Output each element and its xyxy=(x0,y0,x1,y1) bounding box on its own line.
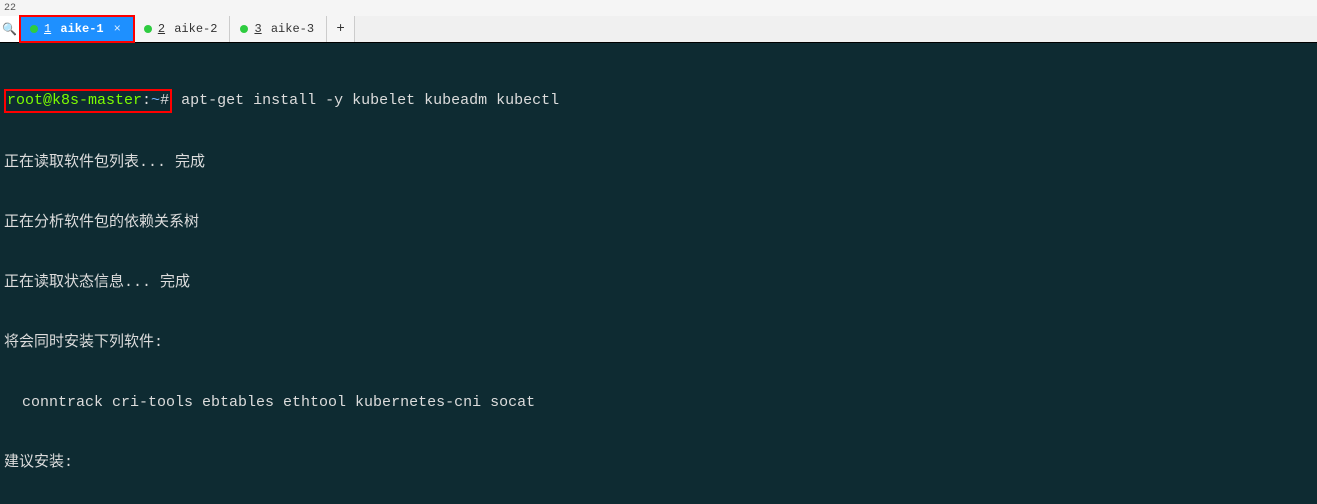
tab-search-button[interactable]: 🔍 xyxy=(0,16,20,42)
search-icon: 🔍 xyxy=(2,22,17,37)
tab-label: aike-2 xyxy=(174,22,217,36)
terminal-output[interactable]: root@k8s-master:~# apt-get install -y ku… xyxy=(0,42,1317,504)
add-tab-button[interactable]: + xyxy=(327,16,355,42)
tab-number: 2 xyxy=(158,22,165,36)
output-line: 正在读取状态信息... 完成 xyxy=(0,273,1317,293)
top-left-label: 22 xyxy=(4,3,16,14)
tab-close-icon[interactable] xyxy=(114,22,121,36)
prompt-user-host: root@k8s-master xyxy=(7,92,142,109)
tab-number: 1 xyxy=(44,22,51,36)
editor-top-bar: 22 xyxy=(0,0,1317,16)
tab-strip: 1 aike-1 2 aike-2 3 aike-3 + xyxy=(20,16,1317,42)
prompt-highlight-box: root@k8s-master:~# xyxy=(4,89,172,113)
output-line: 正在分析软件包的依赖关系树 xyxy=(0,213,1317,233)
output-line: 正在读取软件包列表... 完成 xyxy=(0,153,1317,173)
tab-aike-1[interactable]: 1 aike-1 xyxy=(20,16,134,42)
tab-aike-2[interactable]: 2 aike-2 xyxy=(134,16,231,42)
output-line: 建议安装: xyxy=(0,453,1317,473)
status-dot-icon xyxy=(240,25,248,33)
prompt-path: ~ xyxy=(151,92,160,109)
prompt-hash: # xyxy=(160,92,169,109)
command-text: apt-get install -y kubelet kubeadm kubec… xyxy=(181,92,559,109)
tab-label: aike-3 xyxy=(271,22,314,36)
tab-row: 🔍 1 aike-1 2 aike-2 3 aike-3 + xyxy=(0,16,1317,42)
output-line: conntrack cri-tools ebtables ethtool kub… xyxy=(0,393,1317,413)
tab-number: 3 xyxy=(254,22,261,36)
output-line: 将会同时安装下列软件: xyxy=(0,333,1317,353)
tab-label: aike-1 xyxy=(60,22,103,36)
status-dot-icon xyxy=(30,25,38,33)
plus-icon: + xyxy=(336,21,344,37)
prompt-colon: : xyxy=(142,92,151,109)
prompt-line: root@k8s-master:~# apt-get install -y ku… xyxy=(0,89,1317,113)
status-dot-icon xyxy=(144,25,152,33)
tab-aike-3[interactable]: 3 aike-3 xyxy=(230,16,327,42)
